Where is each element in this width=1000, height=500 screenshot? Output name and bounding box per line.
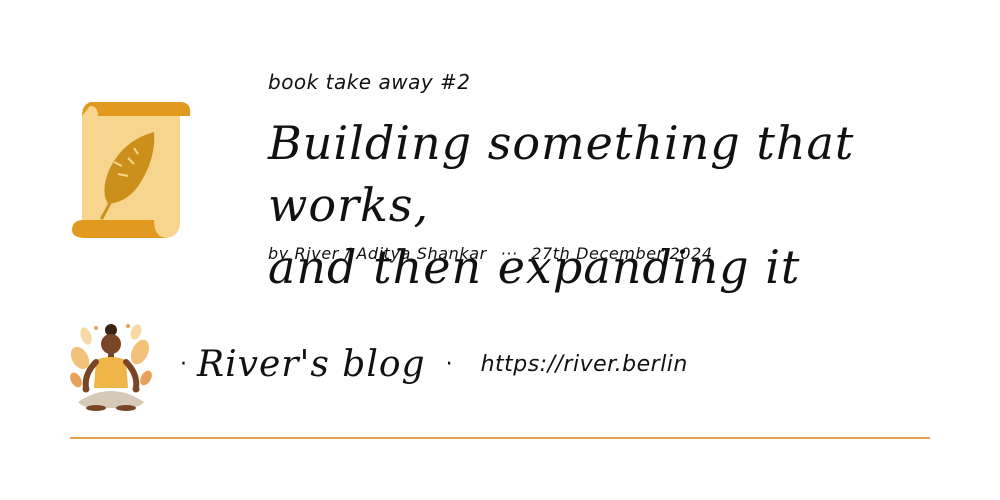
blog-url-link[interactable]: https://river.berlin: [481, 352, 688, 377]
post-eyebrow: book take away #2: [268, 70, 471, 94]
byline-author: by River / Aditya Shankar: [268, 244, 487, 263]
blog-name: River's blog: [197, 343, 426, 385]
byline-separator: ···: [500, 244, 518, 263]
byline: by River / Aditya Shankar ··· 27th Decem…: [268, 244, 713, 263]
footer-divider: [70, 437, 930, 439]
scroll-feather-icon: [72, 102, 191, 238]
byline-date: 27th December 2024: [531, 244, 713, 263]
post-title-line-1: Building something that works,: [268, 116, 855, 232]
post-title: Building something that works, and then …: [268, 112, 948, 298]
meditating-person-avatar: [70, 324, 152, 411]
footer-row: · River's blog · https://river.berlin: [180, 342, 688, 386]
bullet-separator: ·: [180, 351, 187, 377]
bullet-separator: ·: [445, 351, 453, 377]
